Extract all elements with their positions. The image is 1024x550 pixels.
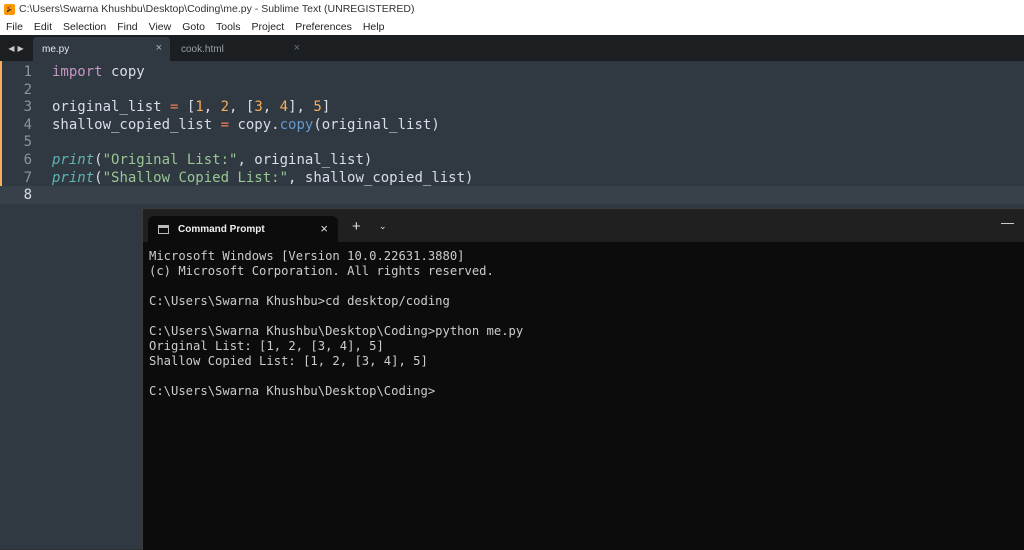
code-token: , shallow_copied_list) (288, 169, 474, 186)
arrow-right-icon[interactable]: ▶ (18, 44, 24, 53)
code-token: , (262, 99, 280, 116)
code-token: print (52, 169, 95, 186)
terminal-line: Original List: [1, 2, [3, 4], 5] (149, 339, 384, 353)
code-token: ] (321, 99, 331, 116)
menu-file[interactable]: File (0, 21, 28, 33)
code-token: 5 (313, 99, 322, 116)
terminal-line: C:\Users\Swarna Khushbu\Desktop\Coding> (149, 384, 436, 398)
close-icon[interactable]: × (320, 221, 328, 236)
close-icon[interactable]: × (294, 42, 300, 54)
tab-label: cook.html (181, 43, 224, 55)
code-line[interactable]: 5 (0, 133, 52, 151)
chevron-down-icon[interactable]: ⌄ (379, 221, 387, 232)
window-title-bar: C:\Users\Swarna Khushbu\Desktop\Coding\m… (0, 0, 1024, 18)
menu-help[interactable]: Help (357, 21, 390, 33)
code-token: "Original List:" (102, 152, 238, 168)
line-number: 1 (23, 64, 32, 80)
code-line[interactable]: 2 (0, 81, 52, 99)
line-number: 5 (23, 134, 32, 151)
code-token: [ (178, 99, 196, 116)
menu-project[interactable]: Project (246, 21, 290, 33)
tab-me-py[interactable]: me.py × (33, 37, 170, 61)
tab-cook-html[interactable]: cook.html × (172, 37, 308, 61)
menu-preferences[interactable]: Preferences (289, 21, 357, 33)
arrow-left-icon[interactable]: ◀ (8, 44, 14, 53)
new-tab-icon[interactable]: + (352, 218, 361, 235)
terminal-icon (158, 224, 169, 234)
window-title: C:\Users\Swarna Khushbu\Desktop\Coding\m… (19, 3, 415, 15)
tab-nav-arrows[interactable]: ◀ ▶ (0, 35, 32, 61)
menu-find[interactable]: Find (111, 21, 142, 33)
menu-goto[interactable]: Goto (176, 21, 210, 33)
code-line[interactable]: 1 import copy (0, 63, 145, 81)
terminal-tab-bar: Command Prompt × + ⌄ — (143, 209, 1024, 242)
terminal-tab-label: Command Prompt (178, 223, 265, 235)
code-token: , [ (229, 99, 255, 116)
code-token: ( (94, 169, 103, 186)
terminal-line: C:\Users\Swarna Khushbu>cd desktop/codin… (149, 294, 450, 308)
line-number: 4 (23, 116, 32, 133)
menu-edit[interactable]: Edit (28, 21, 57, 33)
line-number: 3 (23, 99, 32, 116)
line-number: 8 (23, 187, 32, 204)
code-token: copy (102, 64, 145, 80)
editor-tab-bar: ◀ ▶ me.py × cook.html × (0, 35, 1024, 61)
code-token: 4 (279, 99, 289, 116)
code-token: ( (94, 152, 103, 168)
code-token: = (220, 116, 230, 133)
menu-view[interactable]: View (143, 21, 177, 33)
menu-bar: File Edit Selection Find View Goto Tools… (0, 18, 1024, 35)
menu-selection[interactable]: Selection (57, 21, 111, 33)
terminal-line: Shallow Copied List: [1, 2, [3, 4], 5] (149, 354, 428, 368)
code-token: 3 (254, 99, 263, 116)
terminal-line: C:\Users\Swarna Khushbu\Desktop\Coding>p… (149, 324, 524, 338)
line-number: 7 (23, 169, 32, 186)
command-prompt-window[interactable]: Command Prompt × + ⌄ — Microsoft Windows… (142, 208, 1024, 550)
tab-label: me.py (42, 43, 70, 55)
code-token: 2 (220, 99, 230, 116)
code-token: ], (288, 99, 314, 116)
terminal-tab[interactable]: Command Prompt × (148, 216, 338, 242)
code-token: 1 (195, 99, 204, 116)
terminal-output[interactable]: Microsoft Windows [Version 10.0.22631.38… (149, 249, 523, 399)
code-line[interactable]: 4 shallow_copied_list = copy.copy(origina… (0, 116, 440, 134)
sublime-text-icon (4, 3, 15, 15)
code-line[interactable]: 7 print("Shallow Copied List:", shallow_c… (0, 169, 474, 187)
line-number: 2 (23, 81, 32, 98)
code-token: shallow_copied_list (52, 116, 221, 133)
code-token: original_list (52, 99, 171, 116)
code-token: , (203, 99, 221, 116)
code-token: (original_list) (313, 116, 440, 133)
code-token: "Shallow Copied List:" (102, 169, 289, 186)
code-token: copy (279, 116, 314, 133)
code-token: import (52, 64, 103, 80)
code-token: print (52, 152, 95, 168)
code-line[interactable]: 3 original_list = [1, 2, [3, 4], 5] (0, 98, 331, 116)
terminal-line: (c) Microsoft Corporation. All rights re… (149, 264, 494, 278)
line-number: 6 (23, 152, 32, 168)
code-token: copy. (229, 116, 280, 133)
terminal-line: Microsoft Windows [Version 10.0.22631.38… (149, 249, 465, 263)
minimize-icon[interactable]: — (1001, 215, 1014, 230)
menu-tools[interactable]: Tools (210, 21, 246, 33)
code-line[interactable]: 6 print("Original List:", original_list) (0, 151, 373, 169)
code-token: , original_list) (237, 152, 373, 168)
code-line[interactable]: 8 (0, 186, 1024, 205)
close-icon[interactable]: × (156, 42, 162, 54)
